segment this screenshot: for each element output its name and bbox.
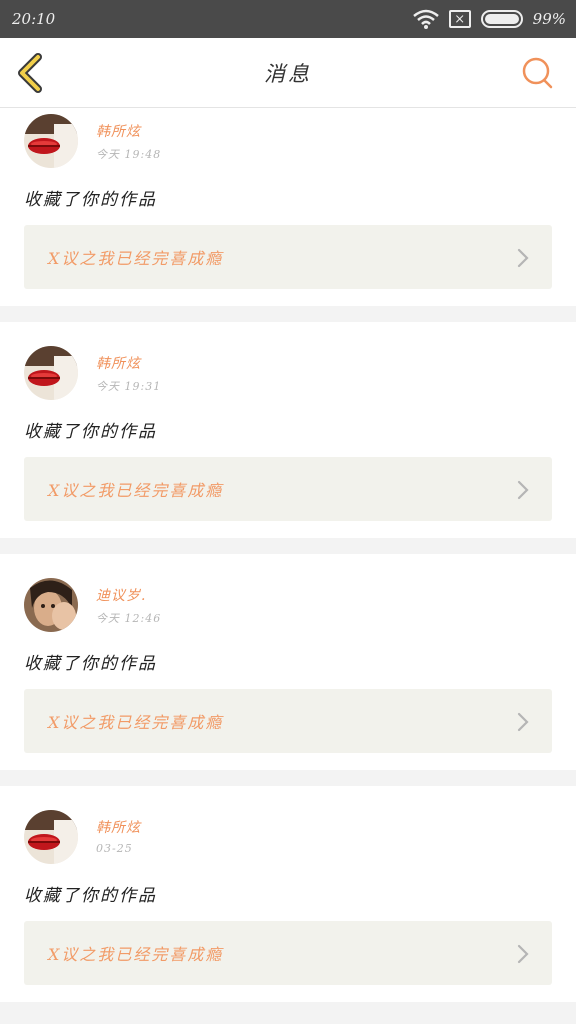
chevron-right-icon	[517, 944, 529, 964]
page-title: 消息	[264, 62, 312, 86]
battery-text: 99%	[532, 10, 566, 28]
message-time: 今天 12:46	[96, 612, 162, 625]
action-text: 收藏了你的作品	[24, 422, 157, 442]
status-bar: 20:10 × 99%	[0, 0, 576, 38]
username[interactable]: 韩所炫	[96, 353, 141, 373]
message-card: 韩所炫 03-25 收藏了你的作品 X议之我已经完喜成瘾	[0, 786, 576, 1002]
message-time: 今天 19:48	[96, 148, 162, 161]
username[interactable]: 韩所炫	[96, 817, 141, 837]
avatar[interactable]	[24, 346, 78, 400]
chevron-right-icon	[517, 480, 529, 500]
action-text: 收藏了你的作品	[24, 886, 157, 906]
message-time: 今天 19:31	[96, 380, 162, 393]
work-title: X议之我已经完喜成瘾	[48, 249, 224, 268]
work-title: X议之我已经完喜成瘾	[48, 945, 224, 964]
chevron-right-icon	[517, 248, 529, 268]
sim-close-icon: ×	[448, 10, 471, 28]
wifi-icon	[412, 9, 439, 29]
card-divider	[0, 306, 576, 322]
avatar[interactable]	[24, 578, 78, 632]
username[interactable]: 迪议岁.	[96, 585, 146, 605]
status-time: 20:10	[12, 10, 56, 28]
card-divider	[0, 1002, 576, 1018]
work-link[interactable]: X议之我已经完喜成瘾	[24, 457, 552, 521]
work-title: X议之我已经完喜成瘾	[48, 481, 224, 500]
work-link[interactable]: X议之我已经完喜成瘾	[24, 225, 552, 289]
avatar[interactable]	[24, 810, 78, 864]
message-list: 韩所炫 今天 19:48 收藏了你的作品 X议之我已经完喜成瘾 韩所炫 今天 1…	[0, 108, 576, 1018]
battery-icon	[480, 10, 523, 28]
chevron-right-icon	[517, 712, 529, 732]
avatar[interactable]	[24, 114, 78, 168]
status-icons: × 99%	[412, 9, 566, 29]
message-card: 迪议岁. 今天 12:46 收藏了你的作品 X议之我已经完喜成瘾	[0, 554, 576, 770]
action-text: 收藏了你的作品	[24, 190, 157, 210]
work-link[interactable]: X议之我已经完喜成瘾	[24, 689, 552, 753]
work-title: X议之我已经完喜成瘾	[48, 713, 224, 732]
username[interactable]: 韩所炫	[96, 121, 141, 141]
message-card: 韩所炫 今天 19:31 收藏了你的作品 X议之我已经完喜成瘾	[0, 322, 576, 538]
message-time: 03-25	[96, 842, 133, 855]
app-header: 消息	[0, 38, 576, 108]
work-link[interactable]: X议之我已经完喜成瘾	[24, 921, 552, 985]
message-card: 韩所炫 今天 19:48 收藏了你的作品 X议之我已经完喜成瘾	[0, 108, 576, 306]
card-divider	[0, 538, 576, 554]
action-text: 收藏了你的作品	[24, 654, 157, 674]
card-divider	[0, 770, 576, 786]
search-icon[interactable]	[520, 55, 554, 91]
